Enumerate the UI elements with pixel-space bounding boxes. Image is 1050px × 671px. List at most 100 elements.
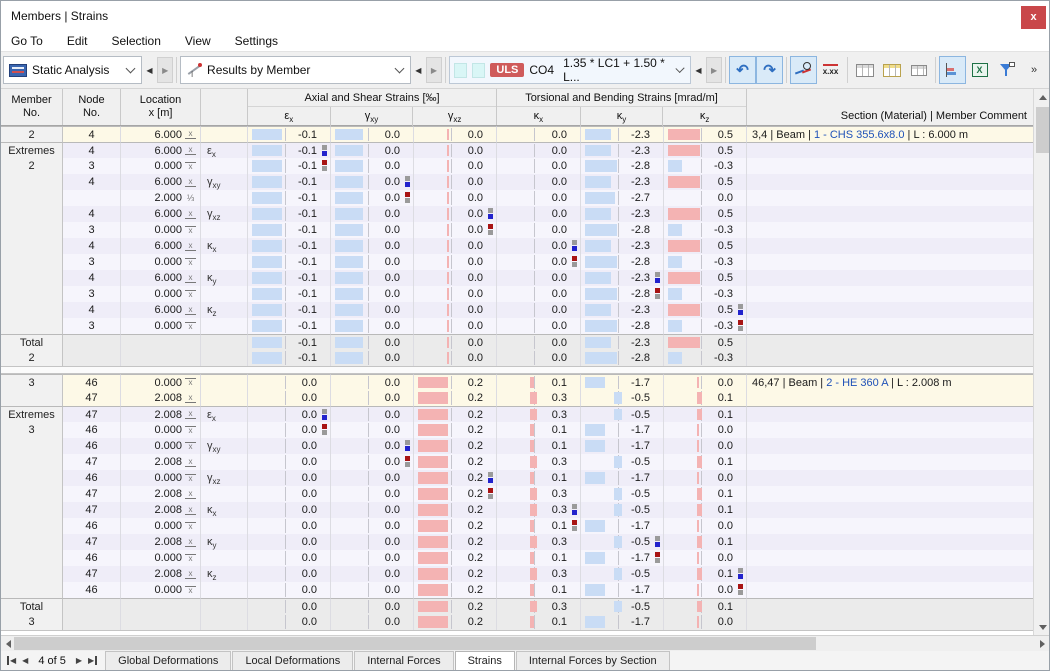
show-result-diagram-button[interactable] <box>790 56 817 84</box>
analysis-type-combobox[interactable]: Static Analysis <box>3 56 142 84</box>
table-row[interactable]: 472.008x0.00.00.20.3-0.50.1 <box>1 454 1033 470</box>
curved-arrow-right-icon: ↷ <box>763 61 776 79</box>
table-row[interactable]: 472.008xκy0.00.00.20.3-0.50.1 <box>1 534 1033 550</box>
value-cell: 0.0 <box>331 566 414 582</box>
scroll-up-icon[interactable] <box>1034 89 1049 105</box>
value-text: 0.2 <box>468 470 483 486</box>
table-row[interactable]: 46.000xκy-0.10.00.00.0-2.30.5 <box>1 270 1033 286</box>
zero-axis-tick <box>285 615 286 629</box>
table-row[interactable]: 472.008x0.00.00.20.3-0.50.1 <box>1 390 1033 406</box>
table-row[interactable]: 30.00.00.20.1-1.70.0 <box>1 614 1033 630</box>
table-row[interactable]: Total-0.10.00.00.0-2.30.5 <box>1 334 1033 350</box>
table-row[interactable]: 246.000x-0.10.00.00.0-2.30.53,4 | Beam |… <box>1 126 1033 142</box>
table-row[interactable]: 460.000xγxy0.00.00.20.1-1.70.0 <box>1 438 1033 454</box>
value-cell: -0.1 <box>248 174 331 190</box>
export-excel-button[interactable]: X <box>966 56 993 84</box>
table-row[interactable]: 46.000xκz-0.10.00.00.0-2.30.5 <box>1 302 1033 318</box>
load-case-combobox[interactable]: ULS CO4 1.35 * LC1 + 1.50 * L... <box>449 56 691 84</box>
table-compact-button[interactable] <box>905 56 932 84</box>
value-cell: 0.3 <box>497 486 581 502</box>
value-cell: 0.0 <box>248 390 331 406</box>
section-comment-cell <box>747 318 1033 334</box>
value-cell: 0.1 <box>497 470 581 486</box>
value-bar <box>614 456 622 468</box>
first-table-button[interactable]: ◀ <box>7 656 16 665</box>
show-value-bars-button[interactable] <box>939 56 966 84</box>
results-mode-combobox[interactable]: I Results by Member <box>180 56 410 84</box>
results-next-button[interactable]: ▶ <box>426 57 442 83</box>
table-row[interactable]: 472.008xκz0.00.00.20.3-0.50.1 <box>1 566 1033 582</box>
menu-item-go-to[interactable]: Go To <box>11 34 43 48</box>
table-row[interactable]: 46.000xκx-0.10.00.00.0-2.30.5 <box>1 238 1033 254</box>
load-next-button[interactable]: ▶ <box>706 57 722 83</box>
value-text: 0.2 <box>468 550 483 566</box>
horizontal-scroll-thumb[interactable] <box>14 637 816 650</box>
value-cell: -0.1 <box>248 158 331 174</box>
table-row[interactable]: 230.000x-0.10.00.00.0-2.8-0.3 <box>1 158 1033 174</box>
location-start-icon: x <box>185 554 196 563</box>
chevron-down-icon <box>394 64 404 74</box>
prev-table-button[interactable]: ◀ <box>22 656 28 665</box>
next-table-button[interactable]: ▶ <box>76 656 82 665</box>
tab-global-deformations[interactable]: Global Deformations <box>105 651 231 670</box>
load-prev-button[interactable]: ◀ <box>691 57 707 83</box>
scroll-right-icon[interactable] <box>1035 636 1049 651</box>
table-row[interactable]: Total0.00.00.20.3-0.50.1 <box>1 598 1033 614</box>
toolbar-overflow-button[interactable]: » <box>1020 56 1047 84</box>
tab-internal-forces[interactable]: Internal Forces <box>354 651 453 670</box>
menu-item-settings[interactable]: Settings <box>235 34 278 48</box>
horizontal-scrollbar[interactable] <box>1 635 1049 651</box>
table-row[interactable]: 3460.000x0.00.00.20.1-1.70.0 <box>1 422 1033 438</box>
table-row[interactable]: 30.000x-0.10.00.00.0-2.8-0.3 <box>1 222 1033 238</box>
section-link[interactable]: 1 - CHS 355.6x8.0 <box>814 129 905 141</box>
zero-axis-tick <box>285 255 286 269</box>
results-prev-button[interactable]: ◀ <box>411 57 427 83</box>
tab-strains[interactable]: Strains <box>455 651 515 670</box>
table-row[interactable]: 3460.000x0.00.00.20.1-1.70.046,47 | Beam… <box>1 374 1033 390</box>
menu-item-selection[interactable]: Selection <box>112 34 161 48</box>
table-row[interactable]: 2-0.10.00.00.0-2.8-0.3 <box>1 350 1033 366</box>
close-icon[interactable]: x <box>1021 6 1046 29</box>
filter-button[interactable] <box>993 56 1020 84</box>
table-row[interactable]: 460.000x0.00.00.20.1-1.70.0 <box>1 550 1033 566</box>
value-bar <box>530 440 534 452</box>
tab-internal-forces-by-section[interactable]: Internal Forces by Section <box>516 651 670 670</box>
section-link[interactable]: 2 - HE 360 A <box>826 377 888 389</box>
table-row[interactable]: 472.008xκx0.00.00.20.3-0.50.1 <box>1 502 1033 518</box>
jump-to-graphic-button[interactable]: ↶ <box>729 56 756 84</box>
table-row[interactable]: 460.000x0.00.00.20.1-1.70.0 <box>1 518 1033 534</box>
table-row[interactable]: 30.000x-0.10.00.00.0-2.8-0.3 <box>1 286 1033 302</box>
vertical-scroll-thumb[interactable] <box>1036 107 1049 153</box>
table-row[interactable]: 460.000x0.00.00.20.1-1.70.0 <box>1 582 1033 598</box>
table-row[interactable]: 472.008x0.00.00.20.3-0.50.1 <box>1 486 1033 502</box>
value-cell: 0.0 <box>414 158 497 174</box>
value-cell: 0.0 <box>248 454 331 470</box>
table-filter-rows-button[interactable] <box>878 56 905 84</box>
table-row[interactable]: Extremes46.000xεx-0.10.00.00.0-2.30.5 <box>1 142 1033 158</box>
table-row[interactable]: 30.000x-0.10.00.00.0-2.8-0.3 <box>1 318 1033 334</box>
value-bar <box>614 392 622 404</box>
table-row[interactable]: 460.000xγxz0.00.00.20.1-1.70.0 <box>1 470 1033 486</box>
location-cell: 2.008x <box>121 502 201 518</box>
scroll-down-icon[interactable] <box>1034 619 1049 635</box>
table-row[interactable]: Extremes472.008xεx0.00.00.20.3-0.50.1 <box>1 406 1033 422</box>
value-text: -0.1 <box>298 302 317 318</box>
location-cell: 6.000x <box>121 174 201 190</box>
menu-item-edit[interactable]: Edit <box>67 34 88 48</box>
table-row[interactable]: 46.000xγxy-0.10.00.00.0-2.30.5 <box>1 174 1033 190</box>
menu-item-view[interactable]: View <box>185 34 211 48</box>
decimal-places-button[interactable]: x.xx <box>817 56 844 84</box>
table-row[interactable]: 2.000⅓-0.10.00.00.0-2.70.0 <box>1 190 1033 206</box>
tab-local-deformations[interactable]: Local Deformations <box>232 651 353 670</box>
analysis-prev-button[interactable]: ◀ <box>142 57 158 83</box>
jump-from-graphic-button[interactable]: ↷ <box>756 56 783 84</box>
value-cell: 0.2 <box>414 598 497 614</box>
value-text: 0.0 <box>385 534 400 550</box>
last-table-button[interactable]: ▶ <box>88 656 97 665</box>
scroll-left-icon[interactable] <box>1 636 15 651</box>
table-row[interactable]: 30.000x-0.10.00.00.0-2.8-0.3 <box>1 254 1033 270</box>
analysis-next-button[interactable]: ▶ <box>157 57 173 83</box>
table-row[interactable]: 46.000xγxz-0.10.00.00.0-2.30.5 <box>1 206 1033 222</box>
vertical-scrollbar[interactable] <box>1033 89 1049 635</box>
table-view-button[interactable] <box>851 56 878 84</box>
